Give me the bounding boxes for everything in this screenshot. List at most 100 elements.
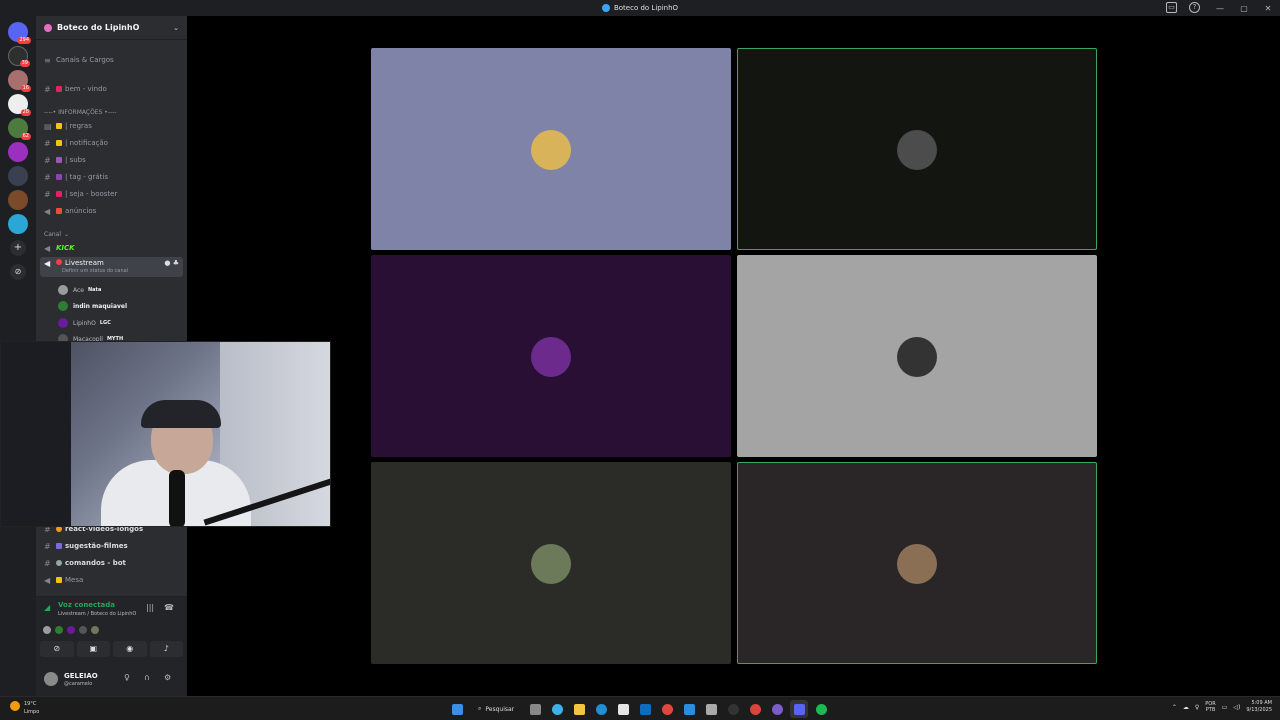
network-icon[interactable]: ▭	[1222, 704, 1228, 711]
minimize-button[interactable]: —	[1208, 4, 1232, 13]
server-icon-1[interactable]: 39	[8, 46, 30, 67]
video-tile-participant-6[interactable]	[737, 462, 1097, 664]
add-server-button[interactable]: +	[10, 240, 26, 256]
volume-icon[interactable]: ◁)	[1233, 704, 1240, 711]
channel-livestream[interactable]: ◀ Livestream ● ♣ Definir um status do ca…	[40, 257, 183, 277]
channel-subs[interactable]: # | subs	[36, 153, 187, 167]
server-icon-dm[interactable]: 294	[8, 22, 31, 44]
server-icon-7[interactable]	[8, 190, 28, 210]
channel-notificacao[interactable]: # | notificação	[36, 136, 187, 150]
server-header[interactable]: Boteco do LipinhO ⌄	[36, 16, 187, 40]
server-icon-6[interactable]	[8, 166, 28, 186]
outlook-icon[interactable]	[636, 700, 654, 718]
channel-status-hint[interactable]: Definir um status do canal	[62, 268, 128, 274]
category-canal[interactable]: Canal ⌄	[36, 227, 187, 241]
close-button[interactable]: ✕	[1256, 4, 1280, 13]
noise-suppression-icon[interactable]: |||	[146, 603, 154, 612]
notepad-icon[interactable]	[702, 700, 720, 718]
avatar	[897, 544, 937, 584]
discover-icon[interactable]: ⊘	[10, 264, 26, 280]
channel-comandos-bot[interactable]: # comandos - bot	[36, 556, 187, 570]
speaker-icon: ◀	[44, 243, 51, 253]
microphone-icon[interactable]: ♀	[124, 673, 130, 682]
edge-icon[interactable]	[592, 700, 610, 718]
server-icon-2[interactable]: 16	[8, 70, 31, 92]
server-icon-8[interactable]	[8, 214, 28, 234]
emoji-icon	[56, 208, 62, 214]
store-icon[interactable]	[614, 700, 632, 718]
clock[interactable]: 5:09 AM 9/13/2025	[1246, 700, 1272, 714]
category-informacoes[interactable]: ----• INFORMAÇÕES •----	[36, 105, 187, 119]
settings-gear-icon[interactable]: ⚙	[164, 673, 171, 682]
vscode-icon[interactable]	[680, 700, 698, 718]
channel-label: bem - vindo	[65, 85, 107, 93]
video-tile-participant-4[interactable]	[737, 255, 1097, 457]
help-icon[interactable]: ?	[1189, 2, 1200, 13]
avatar[interactable]	[90, 625, 100, 635]
avatar[interactable]	[44, 672, 58, 686]
camera-off-button[interactable]: ⊘	[40, 641, 74, 657]
channel-bem-vindo[interactable]: # bem - vindo	[36, 82, 187, 96]
voice-user-lipinho[interactable]: LipinhO LGC	[58, 316, 111, 330]
keyboard-layout: PTB	[1205, 707, 1216, 713]
server-icon-4[interactable]: 62	[8, 118, 31, 140]
inbox-icon[interactable]: ▭	[1166, 2, 1177, 13]
headphones-icon[interactable]: ∩	[144, 673, 150, 682]
windows-taskbar: 19°C Limpo ⌕ Pesquisar ⌃ ☁ ♀ POR PTB ▭ ◁…	[0, 696, 1280, 720]
channel-kick[interactable]: ◀ KICK	[36, 241, 187, 255]
search-box[interactable]: ⌕ Pesquisar	[470, 700, 522, 718]
voice-status[interactable]: Voz conectada	[58, 601, 115, 609]
channel-label: anúncios	[65, 207, 97, 215]
avatar[interactable]	[78, 625, 88, 635]
avatar[interactable]	[54, 625, 64, 635]
channel-regras[interactable]: ▤ | regras	[36, 119, 187, 133]
soundboard-button[interactable]: ♪	[149, 641, 183, 657]
voice-location[interactable]: Livestream / Boteco do LipinhO	[58, 611, 136, 617]
copilot-icon[interactable]	[548, 700, 566, 718]
voice-user-indin[interactable]: indin maquiavel	[58, 299, 127, 313]
video-tile-participant-2[interactable]	[737, 48, 1097, 250]
video-tile-participant-1[interactable]	[371, 48, 731, 250]
cloud-icon[interactable]: ☁	[1183, 704, 1189, 711]
activity-button[interactable]: ◉	[113, 641, 147, 657]
avatar[interactable]	[42, 625, 52, 635]
video-tile-participant-3[interactable]	[371, 255, 731, 457]
weather-widget[interactable]: 19°C Limpo	[10, 700, 39, 716]
live-dot-icon	[56, 259, 62, 265]
disconnect-icon[interactable]: ☎	[164, 603, 174, 612]
server-icon-5[interactable]	[8, 142, 28, 162]
avatar[interactable]	[66, 625, 76, 635]
channel-sugestao-filmes[interactable]: # sugestão-filmes	[36, 539, 187, 553]
channels-roles-link[interactable]: ≡ Canais & Cargos	[36, 53, 187, 67]
file-explorer-icon[interactable]	[570, 700, 588, 718]
server-icon-3[interactable]: 28	[8, 94, 31, 116]
spotify-icon[interactable]	[812, 700, 830, 718]
start-button[interactable]	[448, 700, 466, 718]
chat-icon[interactable]: ● ♣	[164, 259, 179, 267]
channel-anuncios[interactable]: ◀ anúncios	[36, 204, 187, 218]
video-tile-participant-5[interactable]	[371, 462, 731, 664]
language-indicator[interactable]: POR PTB	[1205, 701, 1215, 713]
chevron-up-icon[interactable]: ⌃	[1172, 704, 1177, 711]
mic-icon[interactable]: ♀	[1195, 704, 1199, 711]
channel-tag-gratis[interactable]: # | tag - grátis	[36, 170, 187, 184]
channel-seja-booster[interactable]: # | seja - booster	[36, 187, 187, 201]
channel-mesa[interactable]: ◀ Mesa	[36, 573, 187, 587]
signal-icon[interactable]: ◢	[44, 603, 50, 612]
app-icon[interactable]	[768, 700, 786, 718]
voice-participants	[42, 625, 100, 635]
emoji-icon	[56, 123, 62, 129]
chevron-down-icon: ⌄	[64, 230, 70, 238]
user-name[interactable]: GELEIAO	[64, 672, 98, 680]
obs-icon[interactable]	[724, 700, 742, 718]
discord-icon[interactable]	[790, 700, 809, 718]
voice-user-ace[interactable]: Ace Nata	[58, 283, 101, 297]
task-view-icon[interactable]	[526, 700, 544, 718]
hash-icon: #	[44, 155, 51, 165]
chrome-icon[interactable]	[658, 700, 676, 718]
channel-label: comandos - bot	[65, 559, 126, 567]
voice-user-name: LipinhO	[73, 319, 96, 327]
maximize-button[interactable]: ▢	[1232, 4, 1256, 13]
screen-share-button[interactable]: ▣	[76, 641, 110, 657]
chrome-2-icon[interactable]	[746, 700, 764, 718]
